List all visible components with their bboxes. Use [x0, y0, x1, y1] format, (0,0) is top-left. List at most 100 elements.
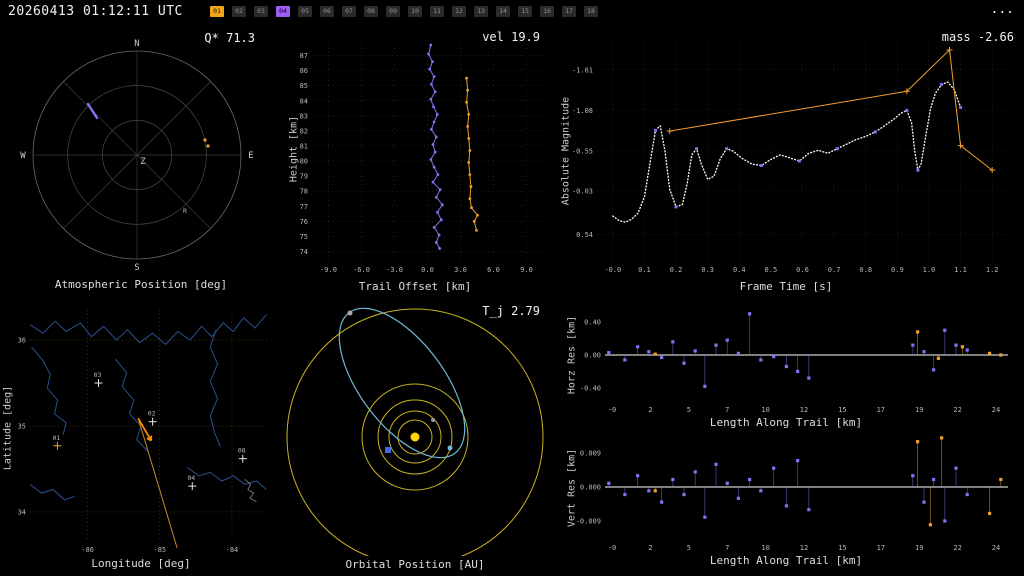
- magnitude-y-axis-label: Absolute Magnitude: [560, 96, 572, 206]
- svg-text:22: 22: [953, 544, 961, 552]
- top-status-bar: 20260413 01:12:11 UTC 01 02 03 04 05 06 07 08 09…: [0, 0, 1024, 24]
- svg-text:15: 15: [838, 544, 846, 552]
- vert-res-y-axis-label: Vert Res [km]: [566, 448, 578, 528]
- series-lightcurve-samples: [653, 82, 963, 209]
- residuals-panel: -0 2 5 7 10 12 15 17 19 22 24 0.40 0.00 -0.40 -0 2 5 7 10 1…: [548, 300, 1024, 576]
- utc-timestamp: 20260413 01:12:11 UTC: [8, 4, 183, 19]
- svg-text:17: 17: [877, 406, 885, 414]
- orbit-body-marker-2: [447, 445, 453, 451]
- compass-north-label: N: [134, 39, 139, 49]
- svg-text:7: 7: [725, 406, 729, 414]
- compass-east-label: E: [248, 151, 253, 161]
- series-trail-offset-station-2: [465, 76, 479, 232]
- svg-text:81: 81: [300, 142, 308, 150]
- svg-text:0.0: 0.0: [421, 266, 434, 274]
- svg-text:83: 83: [300, 112, 308, 120]
- series-vert-res-station-1: [607, 458, 969, 523]
- svg-text:24: 24: [992, 406, 1000, 414]
- station-toggle-07[interactable]: 07: [342, 6, 356, 17]
- station-toggle-01[interactable]: 01: [210, 6, 224, 17]
- svg-text:3.0: 3.0: [454, 266, 467, 274]
- station-toggle-12[interactable]: 12: [452, 6, 466, 17]
- svg-text:19: 19: [915, 544, 923, 552]
- svg-text:0.4: 0.4: [733, 266, 746, 274]
- station-toggle-11[interactable]: 11: [430, 6, 444, 17]
- svg-text:10: 10: [761, 544, 769, 552]
- map-station-03: 03: [94, 371, 103, 388]
- svg-text:0.8: 0.8: [859, 266, 872, 274]
- station-toggle-03[interactable]: 03: [254, 6, 268, 17]
- svg-text:5: 5: [687, 406, 691, 414]
- trail-y-axis-label: Height [km]: [288, 115, 300, 183]
- river-outline-4: [209, 329, 221, 447]
- svg-text:0.3: 0.3: [701, 266, 714, 274]
- map-station-02: 02: [148, 410, 157, 426]
- svg-text:10: 10: [761, 406, 769, 414]
- svg-text:-0.55: -0.55: [572, 148, 593, 156]
- svg-text:19: 19: [915, 406, 923, 414]
- station-toggle-14[interactable]: 14: [496, 6, 510, 17]
- station-toggle-17[interactable]: 17: [562, 6, 576, 17]
- series-horz-res-station-1: [607, 312, 969, 388]
- svg-text:01: 01: [52, 434, 60, 442]
- overflow-menu-button[interactable]: ...: [991, 2, 1014, 17]
- svg-text:0.2: 0.2: [670, 266, 683, 274]
- svg-text:85: 85: [300, 82, 308, 90]
- orbit-body-marker-1: [347, 310, 353, 316]
- station-strip: 01 02 03 04 05 06 07 08 09 10 11 12 13 14 15 16 17 18: [210, 6, 598, 17]
- tisserand-value: T_j 2.79: [482, 304, 540, 318]
- svg-text:87: 87: [300, 52, 308, 60]
- svg-text:-0: -0: [608, 544, 616, 552]
- series-trail-offset-station-1: [427, 43, 444, 250]
- orbit-body-marker-4: [431, 418, 435, 422]
- svg-text:-84: -84: [226, 546, 239, 554]
- svg-text:7: 7: [725, 544, 729, 552]
- svg-text:84: 84: [300, 97, 308, 105]
- station-toggle-02[interactable]: 02: [232, 6, 246, 17]
- station-toggle-13[interactable]: 13: [474, 6, 488, 17]
- svg-text:1.2: 1.2: [986, 266, 999, 274]
- compass-west-label: W: [20, 151, 26, 161]
- svg-text:2: 2: [648, 544, 652, 552]
- svg-text:35: 35: [18, 423, 26, 431]
- svg-text:02: 02: [148, 410, 156, 418]
- station-toggle-09[interactable]: 09: [386, 6, 400, 17]
- orbital-chart: [286, 307, 544, 556]
- station-toggle-15[interactable]: 15: [518, 6, 532, 17]
- river-outline-5: [186, 466, 267, 490]
- compass-south-label: S: [134, 263, 139, 273]
- svg-text:82: 82: [300, 127, 308, 135]
- svg-text:0.00: 0.00: [584, 352, 601, 360]
- station-toggle-08[interactable]: 08: [364, 6, 378, 17]
- svg-text:0.7: 0.7: [828, 266, 841, 274]
- trail-offset-chart: -9.0 -6.0 -3.0 0.0 3.0 6.0 9.0 74 75 76 77 78 79 80 81…: [300, 36, 543, 274]
- river-outline-2: [31, 346, 67, 435]
- series-vert-res-station-2: [653, 436, 1003, 527]
- ground-map-chart: -86 -85 -84 36 35 34 01 02 03 04 08: [18, 310, 268, 554]
- sun-marker: [410, 432, 420, 442]
- svg-text:36: 36: [18, 337, 26, 345]
- station-toggle-18[interactable]: 18: [584, 6, 598, 17]
- svg-text:1.1: 1.1: [954, 266, 967, 274]
- station-toggle-16[interactable]: 16: [540, 6, 554, 17]
- svg-text:17: 17: [877, 544, 885, 552]
- svg-text:78: 78: [300, 188, 308, 196]
- station-toggle-06[interactable]: 06: [320, 6, 334, 17]
- station-toggle-05[interactable]: 05: [298, 6, 312, 17]
- residuals-x-axis-label-bottom: Length Along Trail [km]: [709, 554, 863, 567]
- q-star-value: Q* 71.3: [204, 31, 255, 45]
- station-toggle-10[interactable]: 10: [408, 6, 422, 17]
- svg-text:2: 2: [648, 406, 652, 414]
- river-outline-1: [29, 313, 267, 346]
- svg-text:24: 24: [992, 544, 1000, 552]
- atmospheric-polar-chart: N S E W Z R: [20, 39, 253, 273]
- station-toggle-04[interactable]: 04: [276, 6, 290, 17]
- svg-text:22: 22: [953, 406, 961, 414]
- map-station-04: 04: [187, 474, 197, 491]
- compass-zenith-label: Z: [140, 157, 146, 167]
- meteor-streak: [86, 102, 99, 120]
- svg-text:12: 12: [800, 406, 808, 414]
- residuals-x-axis-label-top: Length Along Trail [km]: [709, 416, 863, 429]
- magnitude-chart: -0.0 0.1 0.2 0.3 0.4 0.5 0.6 0.7 0.8 0.9 1.0 1.1 1.2…: [572, 40, 1008, 274]
- svg-text:0.40: 0.40: [584, 319, 601, 327]
